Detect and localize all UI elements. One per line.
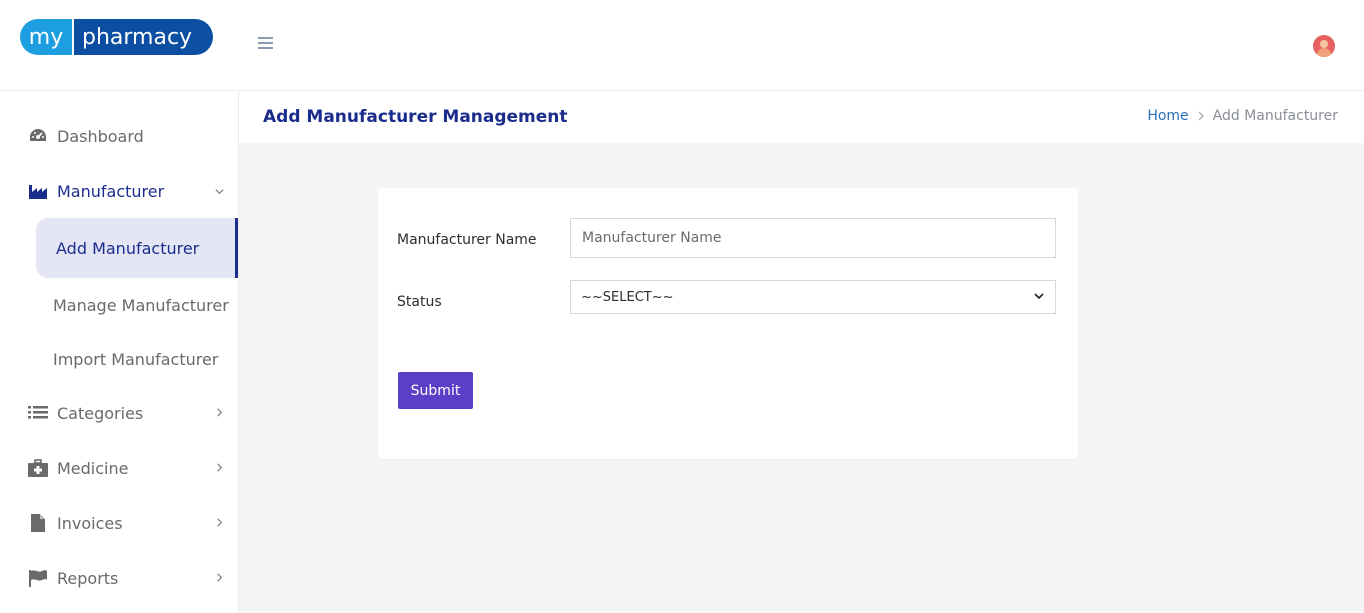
logo-my-text: my — [28, 24, 64, 50]
sidebar-subitem-import-manufacturer[interactable]: Import Manufacturer — [36, 329, 238, 389]
factory-icon — [29, 185, 47, 199]
sidebar-item-medicine[interactable]: Medicine — [0, 448, 238, 488]
sidebar: Dashboard Manufacturer Add Manufacturer … — [0, 91, 239, 613]
sidebar-item-label: Medicine — [57, 458, 129, 478]
add-manufacturer-form: Manufacturer Name Status ~~SELECT~~ Subm… — [378, 188, 1078, 459]
file-icon — [31, 514, 45, 532]
chevron-down-icon — [1034, 293, 1044, 300]
chevron-right-icon — [217, 463, 223, 472]
breadcrumb-separator-icon — [1198, 111, 1204, 121]
sidebar-subitem-add-manufacturer[interactable]: Add Manufacturer — [36, 218, 238, 278]
flag-icon — [29, 570, 47, 587]
breadcrumb-current: Add Manufacturer — [1212, 108, 1338, 124]
status-label: Status — [397, 294, 442, 310]
sidebar-item-reports[interactable]: Reports — [0, 558, 238, 598]
medical-kit-icon — [28, 459, 48, 477]
app-logo[interactable]: my pharmacy — [20, 19, 213, 55]
page-header: Add Manufacturer Management Home Add Man… — [239, 91, 1364, 143]
status-select[interactable]: ~~SELECT~~ — [570, 280, 1056, 314]
chevron-right-icon — [217, 518, 223, 527]
breadcrumb-home-link[interactable]: Home — [1147, 108, 1188, 124]
list-icon — [28, 406, 48, 419]
sidebar-subitem-manage-manufacturer[interactable]: Manage Manufacturer — [36, 275, 238, 335]
sidebar-item-label: Invoices — [57, 513, 123, 533]
logo-pharmacy-text: pharmacy — [74, 19, 213, 55]
user-avatar[interactable] — [1313, 35, 1335, 57]
sidebar-item-invoices[interactable]: Invoices — [0, 503, 238, 543]
chevron-down-icon — [215, 189, 224, 195]
top-header: my pharmacy — [0, 0, 1364, 91]
chevron-right-icon — [217, 408, 223, 417]
status-selected-value: ~~SELECT~~ — [581, 289, 674, 305]
page-title: Add Manufacturer Management — [263, 107, 568, 127]
menu-toggle-icon[interactable] — [258, 37, 273, 50]
manufacturer-name-label: Manufacturer Name — [397, 232, 537, 248]
sidebar-item-label: Dashboard — [57, 126, 144, 146]
manufacturer-name-input[interactable] — [570, 218, 1056, 258]
sidebar-item-manufacturer[interactable]: Manufacturer — [0, 171, 238, 211]
sidebar-item-label: Categories — [57, 403, 144, 423]
dashboard-gauge-icon — [30, 129, 46, 141]
sidebar-item-label: Reports — [57, 568, 119, 588]
sidebar-item-label: Manufacturer — [57, 181, 165, 201]
sidebar-item-categories[interactable]: Categories — [0, 393, 238, 433]
breadcrumb: Home Add Manufacturer — [1147, 108, 1338, 124]
chevron-right-icon — [217, 573, 223, 582]
submit-button[interactable]: Submit — [398, 372, 473, 409]
sidebar-item-dashboard[interactable]: Dashboard — [0, 116, 238, 156]
